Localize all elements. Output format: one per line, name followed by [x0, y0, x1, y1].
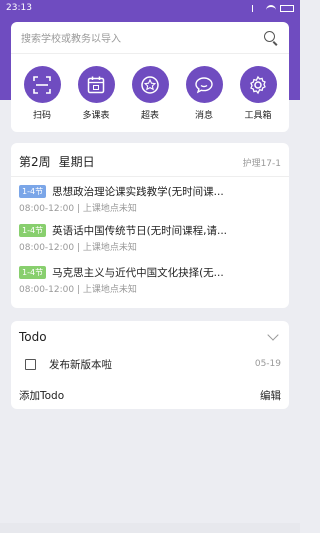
course-location: 上课地点未知	[82, 243, 137, 253]
signal-icon	[252, 4, 262, 12]
todo-checkbox[interactable]	[25, 358, 36, 370]
todo-footer: 添加Todo 编辑	[19, 387, 281, 403]
calendar-icon[interactable]	[77, 66, 115, 103]
quick-action-multi-schedule[interactable]: 多课表	[71, 66, 121, 121]
quick-action-scan[interactable]: 扫码	[17, 66, 67, 121]
status-time: 23:13	[6, 3, 32, 13]
quick-action-label: 消息	[194, 111, 213, 121]
schedule-title: 第2周 星期日	[19, 153, 95, 170]
edit-button[interactable]: 编辑	[260, 388, 281, 403]
weekday-label: 星期日	[58, 155, 95, 169]
search-icon[interactable]	[263, 30, 279, 46]
search-bar[interactable]: 搜索学校或教务以导入	[11, 22, 289, 54]
course-name: 英语话中国传统节日(无时间课程,请...	[52, 224, 228, 237]
todo-card: Todo 发布新版本啦 05-19 添加Todo 编辑	[11, 321, 289, 409]
add-todo-button[interactable]: 添加Todo	[19, 388, 64, 403]
todo-title: Todo	[19, 330, 47, 344]
quick-action-super-table[interactable]: 超表	[125, 66, 175, 121]
todo-header[interactable]: Todo	[19, 327, 281, 347]
scan-icon[interactable]	[23, 66, 61, 103]
course-meta: 08:00-12:00 | 上课地点未知	[19, 285, 137, 295]
course-name: 思想政治理论课实践教学(无时间课...	[52, 185, 224, 198]
todo-date: 05-19	[254, 359, 281, 369]
schedule-header: 第2周 星期日 护理17-1	[19, 153, 281, 170]
divider	[11, 176, 289, 177]
quick-action-label: 多课表	[82, 111, 110, 121]
search-input[interactable]: 搜索学校或教务以导入	[21, 30, 263, 45]
schedule-card[interactable]: 第2周 星期日 护理17-1 1-4节 思想政治理论课实践教学(无时间课... 0…	[11, 143, 289, 308]
quick-action-toolbox[interactable]: 工具箱	[233, 66, 283, 121]
battery-icon	[280, 4, 294, 12]
course-item[interactable]: 1-4节 思想政治理论课实践教学(无时间课... 08:00-12:00 | 上…	[19, 183, 281, 214]
quick-action-label: 超表	[140, 111, 159, 121]
course-item[interactable]: 1-4节 英语话中国传统节日(无时间课程,请... 08:00-12:00 | …	[19, 222, 281, 253]
quick-action-messages[interactable]: 消息	[179, 66, 229, 121]
course-name: 马克思主义与近代中国文化抉择(无...	[52, 266, 224, 279]
course-meta: 08:00-12:00 | 上课地点未知	[19, 243, 137, 253]
quick-action-label: 扫码	[32, 111, 51, 121]
wifi-icon	[266, 4, 276, 12]
course-location: 上课地点未知	[82, 285, 137, 295]
quick-action-label: 工具箱	[244, 111, 272, 121]
course-item[interactable]: 1-4节 马克思主义与近代中国文化抉择(无... 08:00-12:00 | 上…	[19, 264, 281, 295]
star-icon[interactable]	[131, 66, 169, 103]
period-badge: 1-4节	[19, 223, 47, 237]
course-time: 08:00-12:00	[19, 243, 75, 253]
course-time: 08:00-12:00	[19, 285, 75, 295]
todo-text: 发布新版本啦	[49, 358, 112, 371]
message-icon[interactable]	[185, 66, 223, 103]
quick-actions: 扫码 多课表 超表 消息 工具箱	[17, 66, 283, 121]
class-name: 护理17-1	[242, 159, 281, 169]
period-badge: 1-4节	[19, 184, 47, 198]
course-meta: 08:00-12:00 | 上课地点未知	[19, 204, 137, 214]
chevron-down-icon[interactable]	[267, 329, 279, 341]
gear-icon[interactable]	[239, 66, 277, 103]
status-icons	[252, 4, 294, 12]
week-label: 第2周	[19, 155, 51, 169]
status-bar: 23:13	[0, 0, 300, 16]
course-time: 08:00-12:00	[19, 204, 75, 214]
course-location: 上课地点未知	[82, 204, 137, 214]
period-badge: 1-4节	[19, 265, 47, 279]
top-card: 搜索学校或教务以导入 扫码 多课表 超表 消息 工具箱	[11, 22, 289, 132]
todo-item[interactable]: 发布新版本啦 05-19	[25, 356, 281, 372]
bottom-bar	[0, 523, 300, 533]
